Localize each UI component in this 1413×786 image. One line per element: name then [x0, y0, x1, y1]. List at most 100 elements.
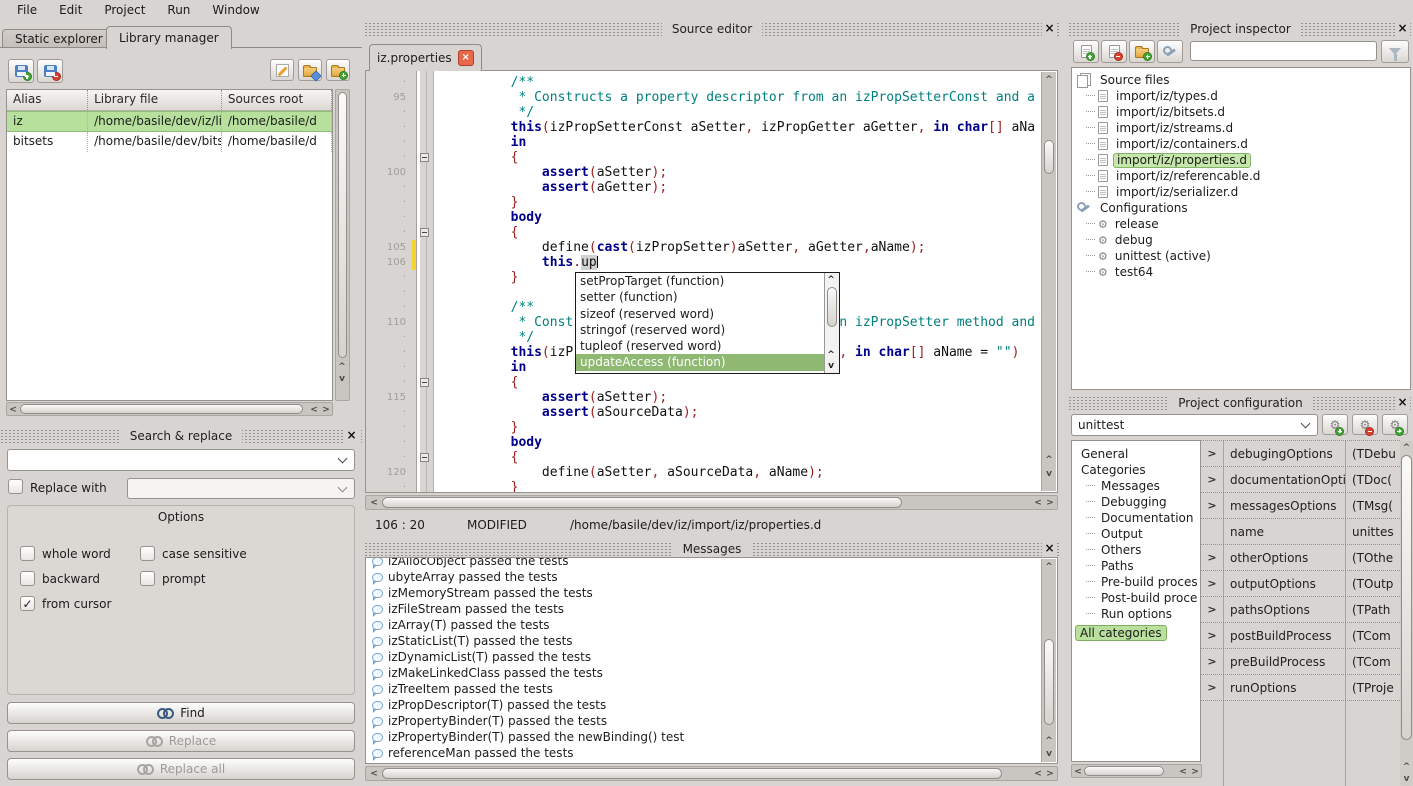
categories-hscrollbar[interactable]: < < >	[1071, 764, 1202, 778]
message-row[interactable]: izMakeLinkedClass passed the tests	[367, 665, 1040, 681]
property-row[interactable]: >postBuildProcess(TCom	[1201, 623, 1400, 649]
remove-configuration-button[interactable]: ⚙	[1352, 414, 1378, 435]
close-icon[interactable]: ×	[344, 428, 359, 443]
library-table-vscrollbar[interactable]: ^ v	[335, 89, 350, 401]
expander-icon[interactable]: >	[1201, 545, 1223, 570]
completion-item[interactable]: updateAccess (function)	[576, 354, 839, 370]
fold-marker-icon[interactable]	[420, 153, 429, 162]
category-item[interactable]: Run options	[1072, 606, 1200, 622]
completion-item[interactable]: setPropTarget (function)	[576, 273, 839, 289]
tree-item-file[interactable]: import/iz/serializer.d	[1072, 184, 1410, 200]
messages-vscrollbar[interactable]: ^ ^ v	[1041, 559, 1056, 762]
tree-item-file[interactable]: import/iz/types.d	[1072, 88, 1410, 104]
code-line[interactable]: · assert(aGetter);	[366, 180, 1041, 195]
tree-item-file[interactable]: import/iz/bitsets.d	[1072, 104, 1410, 120]
table-row[interactable]: iz/home/basile/dev/iz/lib/iz./home/basil…	[7, 111, 332, 132]
close-icon[interactable]: ×	[1395, 395, 1410, 410]
project-options-button[interactable]	[1157, 40, 1183, 63]
code-line[interactable]: · }	[366, 420, 1041, 435]
replace-button[interactable]: Replace	[7, 730, 355, 752]
code-line[interactable]: · {	[366, 375, 1041, 390]
replace-input[interactable]	[127, 478, 355, 499]
category-categories[interactable]: Categories	[1072, 462, 1200, 478]
column-header-library-file[interactable]: Library file	[88, 90, 222, 110]
remove-source-button[interactable]	[1101, 40, 1127, 63]
menu-item-edit[interactable]: Edit	[48, 2, 93, 18]
message-row[interactable]: izFileStream passed the tests	[367, 601, 1040, 617]
checkbox-case-sensitive[interactable]	[140, 546, 155, 561]
tab-close-icon[interactable]: ×	[458, 50, 474, 66]
expander-icon[interactable]: >	[1201, 597, 1223, 622]
code-line[interactable]: 106 this.up	[366, 255, 1041, 270]
checkbox-whole-word[interactable]	[20, 546, 35, 561]
expander-icon[interactable]: >	[1201, 441, 1223, 466]
close-icon[interactable]: ×	[1042, 21, 1057, 36]
menu-item-run[interactable]: Run	[156, 2, 201, 18]
message-row[interactable]: izArray(T) passed the tests	[367, 617, 1040, 633]
checkbox-prompt[interactable]	[140, 571, 155, 586]
code-line[interactable]: · */	[366, 105, 1041, 120]
code-line[interactable]: · }	[366, 480, 1041, 493]
code-line[interactable]: 115 assert(aSetter);	[366, 390, 1041, 405]
tree-item-file[interactable]: import/iz/referencable.d	[1072, 168, 1410, 184]
property-row[interactable]: >otherOptions(TOthe	[1201, 545, 1400, 571]
expander-icon[interactable]	[1201, 519, 1223, 544]
code-line[interactable]: 100 assert(aSetter);	[366, 165, 1041, 180]
library-table-hscrollbar[interactable]: < < >	[6, 402, 333, 416]
checkbox-backward[interactable]	[20, 571, 35, 586]
property-row[interactable]: >outputOptions(TOutp	[1201, 571, 1400, 597]
expander-icon[interactable]: >	[1201, 467, 1223, 492]
message-row[interactable]: izDynamicList(T) passed the tests	[367, 649, 1040, 665]
remove-library-button[interactable]	[37, 59, 63, 83]
property-row[interactable]: >preBuildProcess(TCom	[1201, 649, 1400, 675]
checkbox-from-cursor[interactable]: ✓	[20, 596, 35, 611]
category-item[interactable]: Paths	[1072, 558, 1200, 574]
expander-icon[interactable]: >	[1201, 649, 1223, 674]
messages-hscrollbar[interactable]: < < >	[365, 766, 1058, 781]
code-line[interactable]: 120 define(aSetter, aSourceData, aName);	[366, 465, 1041, 480]
filter-button[interactable]	[1381, 40, 1409, 63]
code-line[interactable]: · body	[366, 210, 1041, 225]
menu-item-project[interactable]: Project	[93, 2, 156, 18]
message-row[interactable]: izPropDescriptor(T) passed the tests	[367, 697, 1040, 713]
category-item[interactable]: Post-build proce	[1072, 590, 1200, 606]
property-row[interactable]: >messagesOptions(TMsg(	[1201, 493, 1400, 519]
column-header-alias[interactable]: Alias	[7, 90, 88, 110]
category-item[interactable]: Messages	[1072, 478, 1200, 494]
add-library-button[interactable]	[8, 59, 34, 83]
property-row[interactable]: nameunittes	[1201, 519, 1400, 545]
open-library-sources-button[interactable]	[298, 59, 322, 81]
code-line[interactable]: · body	[366, 435, 1041, 450]
code-line[interactable]: · {	[366, 150, 1041, 165]
tree-item-file[interactable]: import/iz/streams.d	[1072, 120, 1410, 136]
menu-item-window[interactable]: Window	[201, 2, 270, 18]
code-line[interactable]: · in	[366, 135, 1041, 150]
add-sources-folder-button[interactable]	[326, 59, 350, 81]
table-row[interactable]: bitsets/home/basile/dev/bitset/l/home/ba…	[7, 132, 332, 152]
tree-item-configuration[interactable]: ⚙test64	[1072, 264, 1410, 280]
category-item[interactable]: Debugging	[1072, 494, 1200, 510]
close-icon[interactable]: ×	[1395, 21, 1410, 36]
message-row[interactable]: izAllocObject passed the tests	[367, 557, 1040, 569]
completion-scrollbar[interactable]: ^ ^ v	[824, 273, 839, 373]
expander-icon[interactable]: >	[1201, 571, 1223, 596]
column-header-sources-root[interactable]: Sources root	[222, 90, 332, 110]
tree-item-configuration[interactable]: ⚙release	[1072, 216, 1410, 232]
code-line[interactable]: 95 * Constructs a property descriptor fr…	[366, 90, 1041, 105]
add-source-folder-button[interactable]	[1129, 40, 1155, 63]
fold-marker-icon[interactable]	[420, 228, 429, 237]
replace-all-button[interactable]: Replace all	[7, 758, 355, 780]
menu-item-file[interactable]: File	[6, 2, 48, 18]
search-input[interactable]	[7, 449, 355, 471]
tree-item-configuration[interactable]: ⚙debug	[1072, 232, 1410, 248]
completion-item[interactable]: stringof (reserved word)	[576, 322, 839, 338]
category-item[interactable]: Pre-build proces	[1072, 574, 1200, 590]
fold-marker-icon[interactable]	[420, 378, 429, 387]
edit-library-button[interactable]	[270, 59, 294, 81]
fold-marker-icon[interactable]	[420, 453, 429, 462]
message-row[interactable]: izPropertyBinder(T) passed the newBindin…	[367, 729, 1040, 745]
property-row[interactable]: >runOptions(TProje	[1201, 675, 1400, 701]
tab-library-manager[interactable]: Library manager	[106, 26, 232, 49]
category-item[interactable]: Documentation	[1072, 510, 1200, 526]
code-line[interactable]: · {	[366, 225, 1041, 240]
